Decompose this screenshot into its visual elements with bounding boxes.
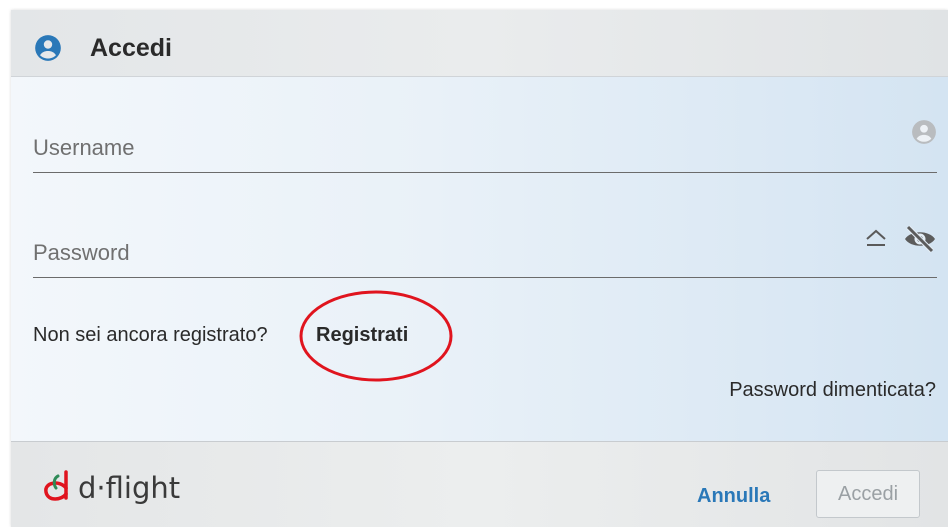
dflight-logo-icon xyxy=(44,470,68,501)
login-submit-button[interactable]: Accedi xyxy=(816,470,920,518)
username-field[interactable]: Username xyxy=(33,115,937,174)
caps-lock-icon xyxy=(866,229,886,246)
background-edge xyxy=(0,0,11,527)
account-circle-icon xyxy=(35,35,61,61)
register-row: Non sei ancora registrato? Registrati xyxy=(33,321,408,351)
cancel-button[interactable]: Annulla xyxy=(697,483,770,509)
password-field[interactable]: Password xyxy=(33,220,937,279)
dialog-header: Accedi xyxy=(11,10,948,77)
logo-text: d·flight xyxy=(78,471,181,505)
forgot-password-link[interactable]: Password dimenticata? xyxy=(729,376,936,404)
username-input[interactable] xyxy=(33,115,897,174)
eye-off-icon[interactable] xyxy=(903,224,937,254)
dialog-title: Accedi xyxy=(90,34,172,62)
password-input[interactable] xyxy=(33,220,897,279)
register-prompt: Non sei ancora registrato? xyxy=(33,324,268,346)
account-circle-icon xyxy=(912,120,936,144)
password-icons xyxy=(865,224,937,254)
login-dialog: Accedi Username Password Non sei ancora … xyxy=(11,10,948,527)
register-link[interactable]: Registrati xyxy=(316,321,408,349)
dflight-logo: d·flight xyxy=(36,468,180,508)
dialog-footer: d·flight Annulla Accedi xyxy=(11,441,948,527)
screenshot-frame: Accedi Username Password Non sei ancora … xyxy=(0,0,948,527)
